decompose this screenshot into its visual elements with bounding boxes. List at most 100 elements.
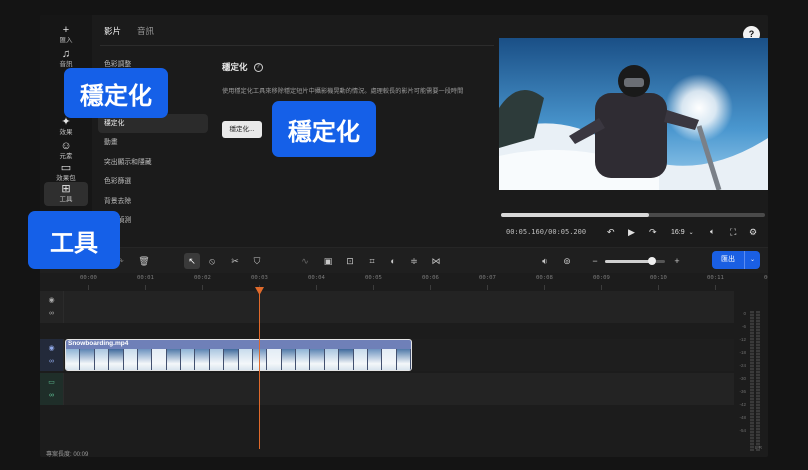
magnet-snap-icon[interactable]: ⊚ <box>559 253 575 269</box>
feature-highlight-hide[interactable]: 突出顯示和隱藏 <box>98 153 208 173</box>
snowboarder-frame <box>499 38 768 190</box>
rail-import[interactable]: + 匯入 <box>44 23 88 47</box>
rail-tools[interactable]: ⊞ 工具 <box>44 182 88 206</box>
crop-icon[interactable]: ⌗ <box>364 253 380 269</box>
rail-elements-label: 元素 <box>59 153 73 160</box>
clip-thumbnails <box>66 349 411 370</box>
meter-label: -12 <box>739 337 746 342</box>
zoom-in-icon[interactable]: + <box>669 253 685 269</box>
video-eye-icon[interactable]: ◉ <box>48 345 54 352</box>
video-clip[interactable]: Snowboarding.mp4 <box>65 339 412 371</box>
select-pointer-icon[interactable]: ↖ <box>184 253 200 269</box>
clip-thumbnail <box>66 349 81 370</box>
video-preview <box>499 38 768 190</box>
meter-label: -54 <box>739 428 746 433</box>
meter-label: 0 <box>743 311 746 316</box>
tab-audio[interactable]: 音訊 <box>137 25 154 37</box>
rail-tools-label: 工具 <box>59 196 73 203</box>
help-icon[interactable]: ? <box>253 62 263 72</box>
feature-animation-2[interactable]: 動畫 <box>98 133 208 153</box>
plus-icon: + <box>62 24 70 36</box>
rail-import-label: 匯入 <box>59 37 73 44</box>
link-icon[interactable]: ∞ <box>49 310 54 317</box>
ruler-tick-label: 00:04 <box>308 275 325 281</box>
clip-thumbnail <box>80 349 95 370</box>
time-ruler[interactable]: 00:00 00:01 00:02 00:03 00:04 00:05 00:06 00:07… <box>64 273 768 291</box>
clip-thumbnail <box>267 349 282 370</box>
undo-seek-icon[interactable]: ↶ <box>607 225 615 239</box>
preview-timecode: 00:05.160/00:05.200 <box>506 228 587 236</box>
clip-thumbnail <box>281 349 296 370</box>
stabilize-button[interactable]: 穩定化... <box>222 121 262 138</box>
rail-effects[interactable]: ✦ 效果 <box>44 115 88 139</box>
zoom-slider[interactable] <box>605 257 665 265</box>
video-link-icon[interactable]: ∞ <box>49 358 54 365</box>
clip-thumbnail <box>137 349 153 370</box>
shield-icon[interactable]: ⛉ <box>249 253 265 269</box>
rail-effects-label: 效果 <box>59 129 73 136</box>
disable-icon[interactable]: ⦸ <box>204 253 220 269</box>
ruler-tick-label: 00:03 <box>251 275 268 281</box>
detail-description: 使用穩定化工具來移除穩定短片中攝影機晃動的情況。處理較長的影片可能需要一段時間 <box>222 88 464 95</box>
timeline: 00:00 00:01 00:02 00:03 00:04 00:05 00:06 00:07… <box>40 273 768 457</box>
ruler-tick-label: 00:00 <box>80 275 97 281</box>
meter-bar-left <box>750 311 754 451</box>
meter-lr-label: L R <box>755 445 762 450</box>
zoom-handle[interactable] <box>647 257 656 265</box>
clip-thumbnail <box>166 349 181 370</box>
meter-bar-right <box>756 311 760 451</box>
clip-thumbnail <box>195 349 210 370</box>
zoom-fill <box>605 260 652 263</box>
aspect-ratio-value: 16:9 <box>671 228 685 236</box>
audio-camera-icon[interactable]: ▭ <box>48 379 55 386</box>
freeze-frame-icon[interactable]: ▣ <box>320 253 336 269</box>
ruler-tick-label: 00:05 <box>365 275 382 281</box>
timeline-toolbar: ↷ 🗑︎ ↖ ⦸ ✂ ⛉ ∿ ▣ ⊡ ⌗ ◐ ≑ ⋈ 🔉︎ ⊚ − + 匯出 ⌄ <box>40 247 768 273</box>
preview-scrubber[interactable] <box>501 213 765 217</box>
ruler-tick-label: 00:11 <box>707 275 724 281</box>
fullscreen-icon[interactable]: ⛶ <box>730 225 736 239</box>
clip-thumbnail <box>310 349 325 370</box>
chevron-down-icon: ⌄ <box>688 229 694 236</box>
clip-thumbnail <box>382 349 397 370</box>
music-icon: ♫ <box>61 48 71 60</box>
detail-title-row: 穩定化 ? <box>222 61 492 73</box>
export-chevron-down-icon[interactable]: ⌄ <box>745 251 760 269</box>
track-audio[interactable] <box>64 373 734 405</box>
tab-video[interactable]: 影片 <box>104 25 121 37</box>
aspect-ratio-select[interactable]: 16:9 ⌄ <box>671 225 694 239</box>
transition-icon[interactable]: ⋈ <box>428 253 444 269</box>
color-icon[interactable]: ◐ <box>385 253 401 269</box>
redo-seek-icon[interactable]: ↷ <box>649 225 657 239</box>
ruler-tick <box>145 285 146 290</box>
scrubber-progress <box>501 213 649 217</box>
audio-wave-icon[interactable]: ∿ <box>297 253 313 269</box>
eye-icon[interactable]: ◉ <box>48 297 54 304</box>
rail-elements[interactable]: ☺ 元素 <box>44 139 88 163</box>
feature-bg-remove[interactable]: 背景去除 <box>98 192 208 212</box>
track-head-1: ◉ ∞ <box>40 291 64 323</box>
playhead-line[interactable] <box>259 287 260 449</box>
clip-thumbnail <box>367 349 383 370</box>
ruler-tick <box>88 285 89 290</box>
zoom-out-icon[interactable]: − <box>587 253 603 269</box>
play-icon[interactable]: ▶ <box>628 225 635 239</box>
scissors-icon[interactable]: ✂ <box>227 253 243 269</box>
clip-thumbnail <box>224 349 239 370</box>
meter-label: -42 <box>739 402 746 407</box>
settings-gear-icon[interactable]: ⚙ <box>749 225 757 239</box>
ruler-tick <box>544 285 545 290</box>
audio-link-icon[interactable]: ∞ <box>49 392 54 399</box>
meter-label: -30 <box>739 376 746 381</box>
track-overlay[interactable] <box>64 291 734 323</box>
ruler-tick <box>715 285 716 290</box>
trash-icon[interactable]: 🗑︎ <box>136 253 152 269</box>
volume-icon[interactable]: 🔈︎ <box>710 225 715 239</box>
motion-track-icon[interactable]: ⊡ <box>342 253 358 269</box>
audio-detach-icon[interactable]: 🔉︎ <box>537 253 553 269</box>
ruler-tick-label: 00:08 <box>536 275 553 281</box>
feature-color-filter[interactable]: 色彩篩選 <box>98 172 208 192</box>
clip-thumbnail <box>396 349 411 370</box>
export-button[interactable]: 匯出 ⌄ <box>712 251 760 269</box>
adjust-sliders-icon[interactable]: ≑ <box>406 253 422 269</box>
